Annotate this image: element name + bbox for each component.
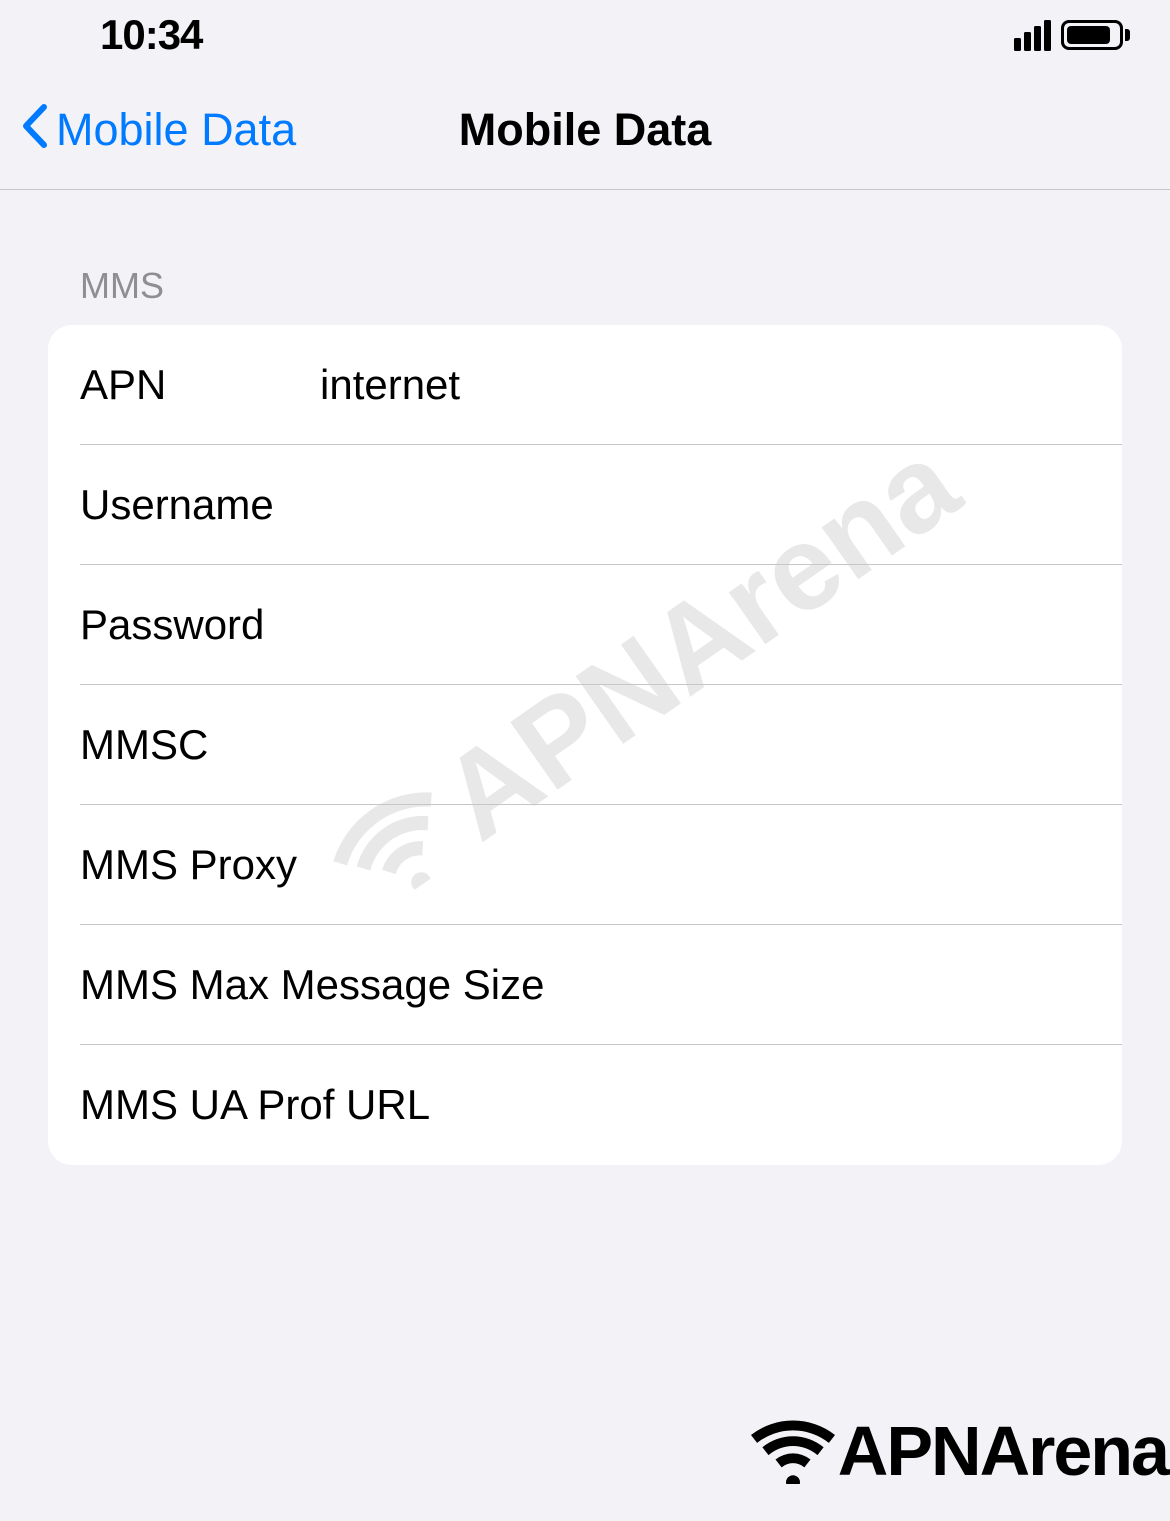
settings-row-apn[interactable]: APN <box>48 325 1122 445</box>
status-indicators <box>1014 20 1130 51</box>
username-input[interactable] <box>320 481 1090 529</box>
back-button[interactable]: Mobile Data <box>0 103 296 157</box>
password-input[interactable] <box>320 601 1090 649</box>
row-label: Username <box>80 481 320 529</box>
settings-row-mmsc[interactable]: MMSC <box>48 685 1122 805</box>
status-time: 10:34 <box>100 11 202 59</box>
settings-row-mms-proxy[interactable]: MMS Proxy <box>48 805 1122 925</box>
row-label: Password <box>80 601 320 649</box>
row-label: APN <box>80 361 320 409</box>
settings-row-mms-ua-prof[interactable]: MMS UA Prof URL <box>48 1045 1122 1165</box>
content-area: APNArena MMS APN Username Password MMSC … <box>0 190 1170 1165</box>
status-bar: 10:34 <box>0 0 1170 70</box>
row-label: MMSC <box>80 721 320 769</box>
mms-proxy-input[interactable] <box>297 841 1090 889</box>
settings-group-mms: APN Username Password MMSC MMS Proxy MMS… <box>48 325 1122 1165</box>
cellular-signal-icon <box>1014 20 1051 51</box>
settings-row-mms-max-size[interactable]: MMS Max Message Size <box>48 925 1122 1045</box>
apnarena-logo: APNArena <box>748 1411 1168 1491</box>
settings-row-password[interactable]: Password <box>48 565 1122 685</box>
settings-row-username[interactable]: Username <box>48 445 1122 565</box>
chevron-left-icon <box>20 103 48 157</box>
wifi-icon <box>748 1414 838 1489</box>
mmsc-input[interactable] <box>320 721 1090 769</box>
row-label: MMS UA Prof URL <box>80 1081 430 1129</box>
battery-icon <box>1061 20 1130 50</box>
back-label: Mobile Data <box>56 104 296 156</box>
mms-max-size-input[interactable] <box>544 961 1090 1009</box>
apn-input[interactable] <box>320 361 1090 409</box>
mms-ua-prof-input[interactable] <box>430 1081 1090 1129</box>
page-title: Mobile Data <box>459 104 712 156</box>
section-header-mms: MMS <box>48 190 1122 325</box>
row-label: MMS Proxy <box>80 841 297 889</box>
navigation-header: Mobile Data Mobile Data <box>0 70 1170 190</box>
row-label: MMS Max Message Size <box>80 961 544 1009</box>
logo-text: APNArena <box>838 1411 1168 1491</box>
